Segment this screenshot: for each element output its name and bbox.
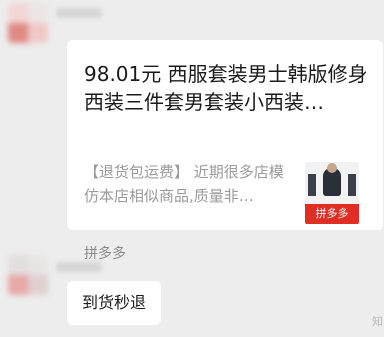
zhihu-watermark: 知 — [372, 315, 383, 328]
product-title: 98.01元 西服套装男士韩版修身西装三件套男套装小西装… — [84, 62, 368, 114]
product-description: 【退货包运费】 近期很多店模仿本店相似商品,质量非… — [84, 163, 284, 205]
sender-name-redacted — [56, 262, 102, 272]
card-divider — [67, 236, 383, 237]
sender-avatar[interactable] — [8, 3, 48, 43]
sender-name-redacted — [56, 8, 102, 18]
card-source-label: 拼多多 — [84, 246, 126, 262]
product-share-card[interactable]: 98.01元 西服套装男士韩版修身西装三件套男套装小西装… 【退货包运费】 近期… — [67, 40, 383, 262]
message-bubble[interactable]: 到货秒退 — [67, 281, 161, 325]
product-thumbnail: 拼多多 — [305, 162, 359, 224]
pinduoduo-badge: 拼多多 — [305, 204, 359, 224]
sender-avatar[interactable] — [8, 255, 48, 295]
